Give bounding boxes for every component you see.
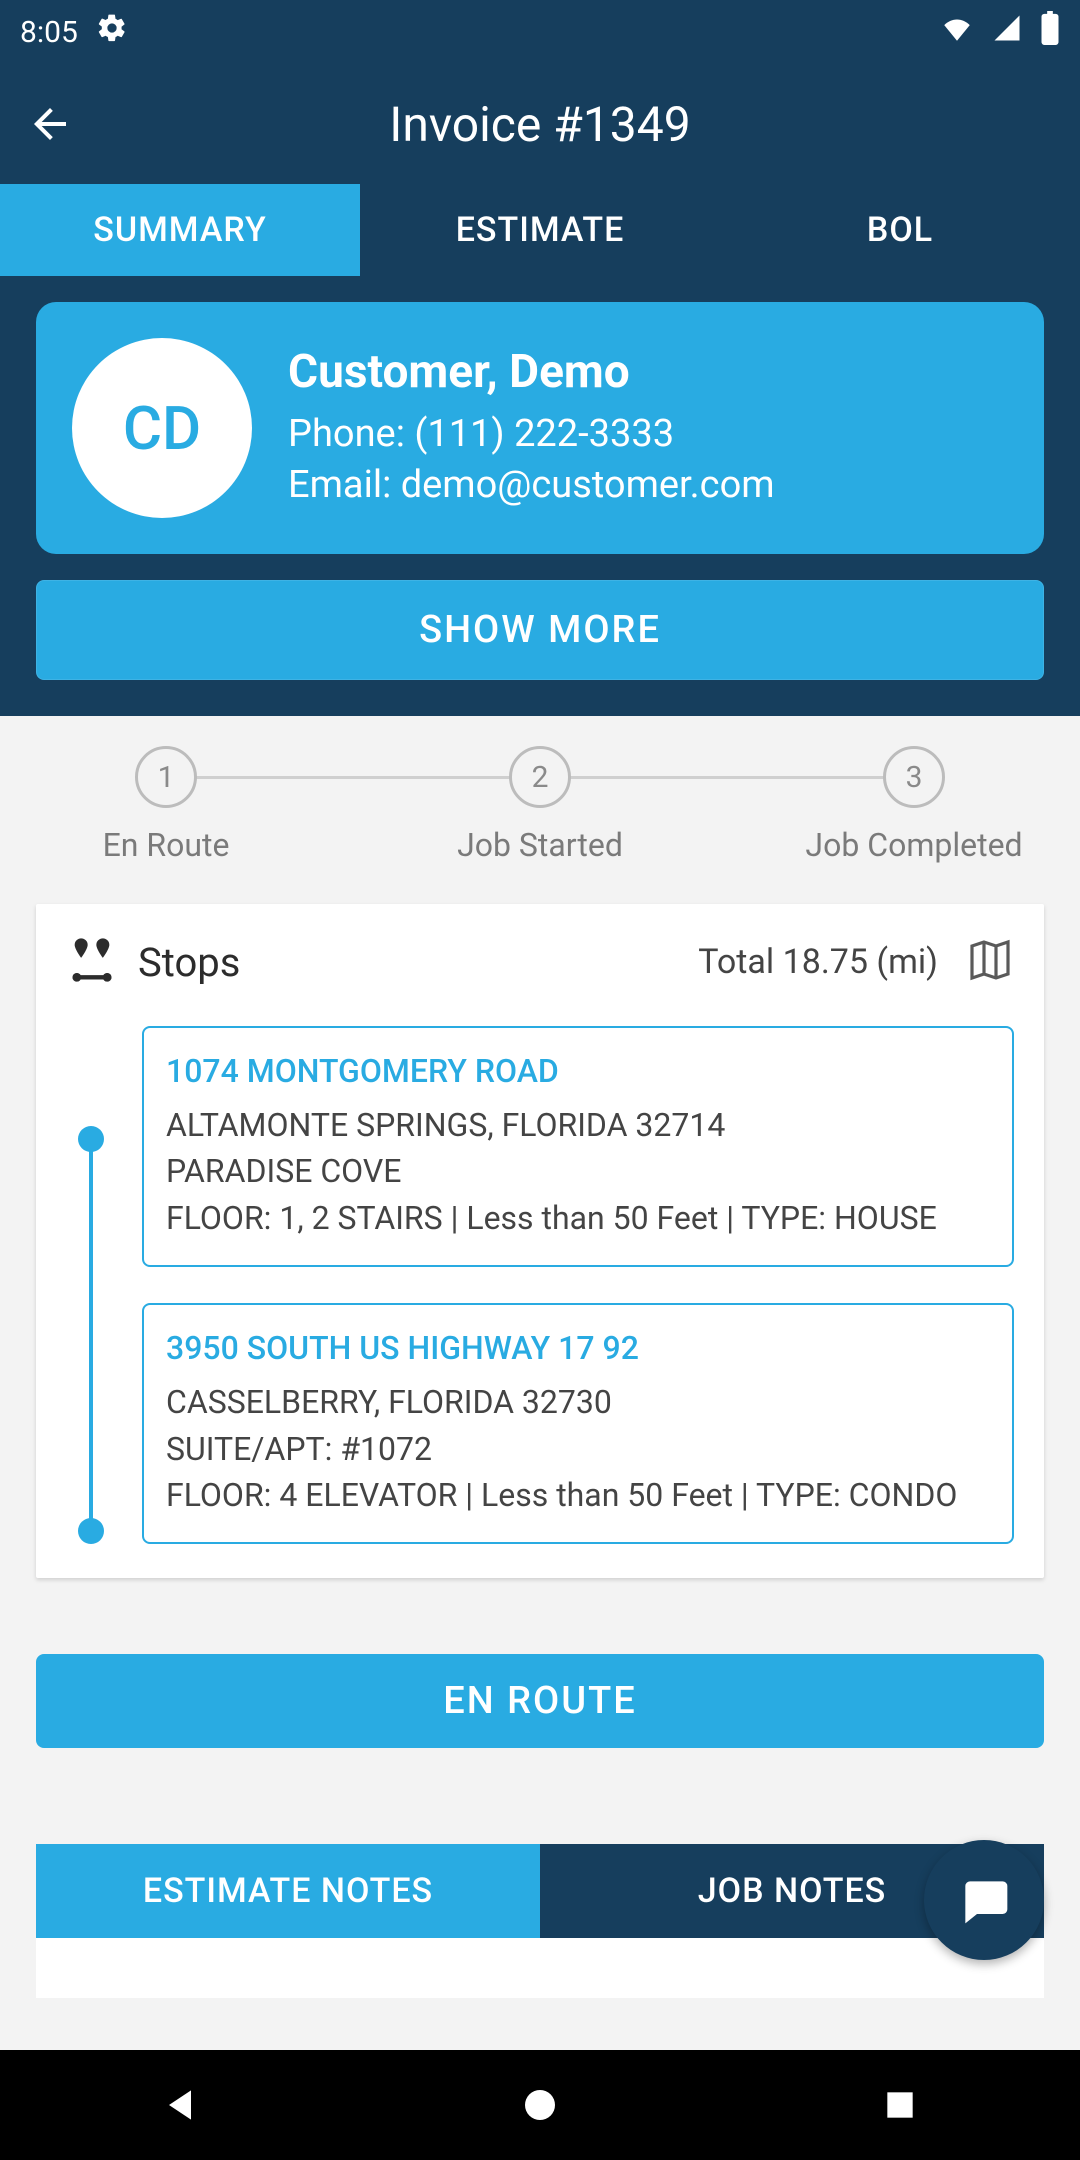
step-label: Job Completed: [805, 826, 1022, 864]
step-circle: 1: [135, 746, 197, 808]
step-job-completed[interactable]: 3 Job Completed: [784, 746, 1044, 864]
stop-item[interactable]: 1074 MONTGOMERY ROAD ALTAMONTE SPRINGS, …: [142, 1026, 1014, 1267]
system-nav-bar: [0, 2050, 1080, 2160]
stop-address: 3950 SOUTH US HIGHWAY 17 92: [166, 1329, 990, 1367]
nav-home-button[interactable]: [510, 2075, 570, 2135]
stop-extra: PARADISE COVE: [166, 1148, 990, 1194]
wifi-icon: [940, 11, 974, 53]
tab-estimate-notes[interactable]: ESTIMATE NOTES: [36, 1844, 540, 1938]
step-job-started[interactable]: 2 Job Started: [410, 746, 670, 864]
map-icon[interactable]: [966, 936, 1014, 988]
stop-details: FLOOR: 1, 2 STAIRS | Less than 50 Feet |…: [166, 1195, 990, 1241]
route-indicator: [76, 1026, 106, 1544]
status-time: 8:05: [20, 15, 78, 50]
stop-details: FLOOR: 4 ELEVATOR | Less than 50 Feet | …: [166, 1472, 990, 1518]
step-circle: 3: [883, 746, 945, 808]
battery-icon: [1040, 11, 1060, 53]
step-en-route[interactable]: 1 En Route: [36, 746, 296, 864]
route-icon: [66, 934, 118, 990]
progress-stepper: 1 En Route 2 Job Started 3 Job Completed: [0, 716, 1080, 894]
step-label: Job Started: [457, 826, 623, 864]
tab-bol[interactable]: BOL: [720, 184, 1080, 276]
stops-total: Total 18.75 (mi): [698, 942, 938, 982]
step-circle: 2: [509, 746, 571, 808]
route-dot-icon: [78, 1518, 104, 1544]
stop-address: 1074 MONTGOMERY ROAD: [166, 1052, 990, 1090]
back-button[interactable]: [20, 94, 80, 154]
notes-tabs: ESTIMATE NOTES JOB NOTES: [36, 1844, 1044, 1938]
en-route-button[interactable]: EN ROUTE: [36, 1654, 1044, 1748]
status-bar: 8:05: [0, 0, 1080, 64]
customer-section: CD Customer, Demo Phone: (111) 222-3333 …: [0, 276, 1080, 716]
avatar: CD: [72, 338, 252, 518]
page-title: Invoice #1349: [80, 96, 1000, 153]
content: 1 En Route 2 Job Started 3 Job Completed…: [0, 716, 1080, 2116]
step-label: En Route: [103, 826, 230, 864]
stop-city: CASSELBERRY, FLORIDA 32730: [166, 1379, 990, 1425]
nav-back-button[interactable]: [150, 2075, 210, 2135]
show-more-button[interactable]: SHOW MORE: [36, 580, 1044, 680]
customer-card[interactable]: CD Customer, Demo Phone: (111) 222-3333 …: [36, 302, 1044, 554]
signal-icon: [992, 13, 1022, 51]
route-dot-icon: [78, 1126, 104, 1152]
tab-summary[interactable]: SUMMARY: [0, 184, 360, 276]
stops-title: Stops: [138, 939, 240, 986]
customer-name: Customer, Demo: [288, 345, 775, 399]
notes-body: [36, 1938, 1044, 1998]
nav-recent-button[interactable]: [870, 2075, 930, 2135]
customer-email: Email: demo@customer.com: [288, 460, 775, 511]
stop-extra: SUITE/APT: #1072: [166, 1426, 990, 1472]
customer-phone: Phone: (111) 222-3333: [288, 409, 775, 460]
chat-fab[interactable]: [924, 1840, 1044, 1960]
chat-icon: [956, 1872, 1012, 1928]
stops-card: Stops Total 18.75 (mi) 1074 MONTGOMERY R…: [36, 904, 1044, 1578]
tabs: SUMMARY ESTIMATE BOL: [0, 184, 1080, 276]
tab-estimate[interactable]: ESTIMATE: [360, 184, 720, 276]
stop-city: ALTAMONTE SPRINGS, FLORIDA 32714: [166, 1102, 990, 1148]
gear-icon: [96, 12, 128, 52]
app-bar: Invoice #1349: [0, 64, 1080, 184]
route-connector: [89, 1150, 93, 1520]
stop-item[interactable]: 3950 SOUTH US HIGHWAY 17 92 CASSELBERRY,…: [142, 1303, 1014, 1544]
